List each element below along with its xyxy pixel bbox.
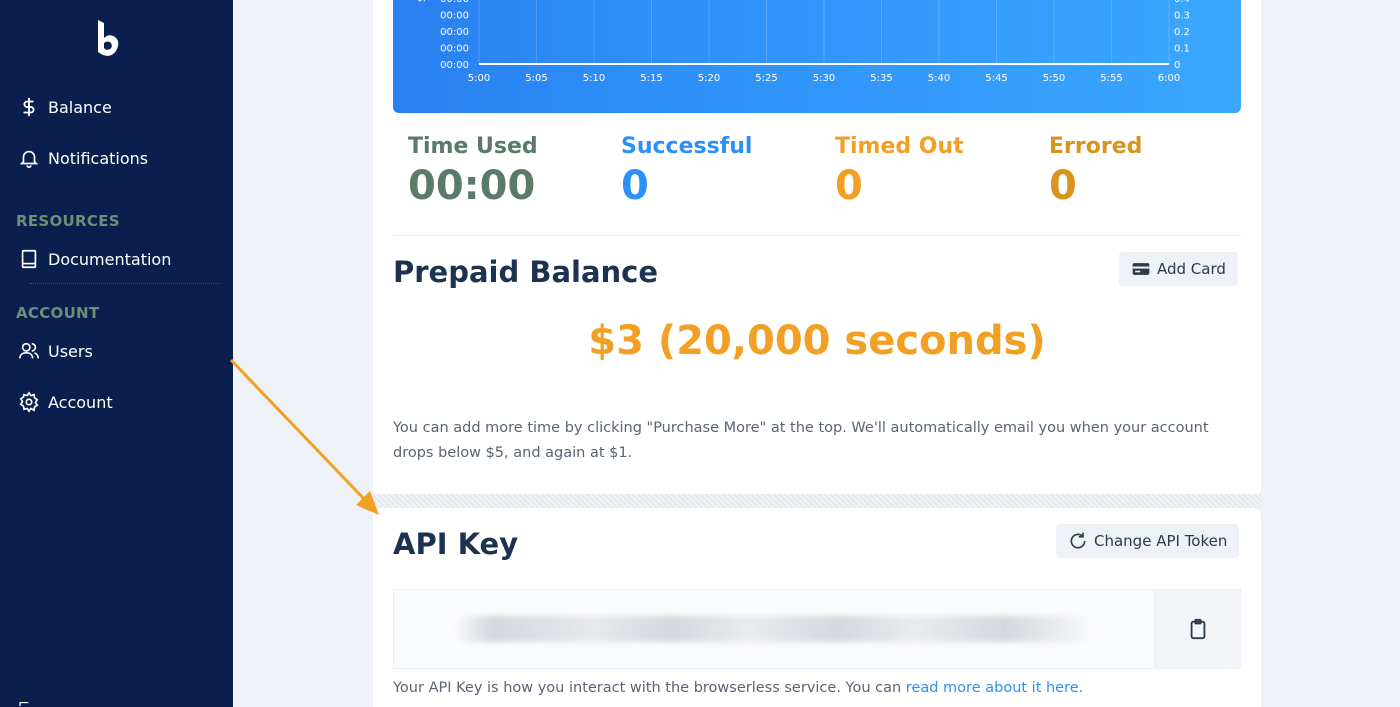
y-right-tick-label: 0: [1174, 60, 1180, 71]
stat-label: Successful: [621, 134, 753, 159]
x-tick-label: 5:00: [468, 73, 490, 84]
x-tick-label: 5:05: [525, 73, 547, 84]
change-api-token-label: Change API Token: [1094, 532, 1228, 550]
x-tick-label: 5:35: [870, 73, 892, 84]
stat-label: Errored: [1049, 134, 1143, 159]
divider: [30, 283, 220, 284]
x-tick-label: 5:40: [928, 73, 950, 84]
sidebar-item-notifications[interactable]: Notifications: [18, 147, 148, 169]
book-icon: [21, 249, 37, 269]
stat-timed-out: Timed Out 0: [835, 134, 964, 209]
browserless-logo-icon[interactable]: [94, 18, 124, 60]
api-key-title: API Key: [393, 527, 519, 561]
y-left-tick-label: 00:00: [440, 60, 469, 71]
prepaid-amount: $3 (20,000 seconds): [588, 318, 1046, 364]
refresh-icon: [1070, 532, 1086, 549]
prepaid-note: You can add more time by clicking "Purch…: [393, 420, 1209, 461]
section-resources: RESOURCES: [16, 212, 120, 230]
y-left-tick-label: 00:00: [440, 0, 469, 5]
add-card-label: Add Card: [1157, 260, 1226, 278]
stat-value: 0: [835, 163, 863, 209]
x-tick-label: 5:20: [698, 73, 720, 84]
stat-value: 0: [1049, 163, 1077, 209]
x-tick-label: 5:10: [583, 73, 605, 84]
sidebar: Balance Notifications RESOURCES Document…: [0, 0, 233, 707]
stat-successful: Successful 0: [621, 134, 752, 209]
card-gap: [373, 494, 1261, 508]
sidebar-item-documentation[interactable]: Documentation: [18, 248, 171, 270]
y-right-tick-label: 0.2: [1174, 27, 1190, 38]
x-tick-label: 5:15: [640, 73, 662, 84]
section-account: ACCOUNT: [16, 304, 100, 322]
dollar-icon: [23, 97, 35, 117]
clipboard-icon: [1190, 618, 1205, 640]
usage-chart: 00:0000:0000:0000:0000:00 0.40.30.20.10 …: [393, 0, 1241, 113]
stat-label: Timed Out: [835, 134, 964, 159]
divider: [393, 235, 1241, 236]
sidebar-item-account[interactable]: Account: [18, 391, 113, 413]
gear-icon: [19, 391, 39, 413]
api-key-value-redacted: [454, 616, 1094, 642]
bell-icon: [19, 150, 39, 168]
y-left-tick-label: 00:00: [440, 11, 469, 22]
stat-time-used: Time Used 00:00: [408, 134, 538, 209]
x-tick-label: 6:00: [1158, 73, 1180, 84]
copy-button[interactable]: [1154, 590, 1240, 668]
sidebar-item-users[interactable]: Users: [18, 340, 93, 362]
read-more-link[interactable]: read more about it here.: [906, 680, 1083, 696]
stat-label: Time Used: [408, 134, 538, 159]
users-icon: [19, 342, 39, 359]
sidebar-item-label: Account: [48, 392, 113, 412]
y-right-tick-label: 0.4: [1174, 0, 1190, 5]
sidebar-item-label: Notifications: [48, 148, 149, 168]
x-tick-label: 5:30: [813, 73, 835, 84]
arrow-shaft: [229, 358, 368, 503]
sidebar-item-balance[interactable]: Balance: [18, 96, 112, 118]
prepaid-balance-title: Prepaid Balance: [393, 255, 659, 289]
credit-card-icon: [1132, 263, 1150, 275]
y-left-tick-label: 00:00: [440, 44, 469, 55]
x-tick-label: 5:25: [755, 73, 777, 84]
sidebar-item-label: Users: [48, 341, 93, 361]
stat-errored: Errored 0: [1049, 134, 1142, 209]
x-tick-label: 5:50: [1043, 73, 1065, 84]
api-key-field[interactable]: [393, 589, 1241, 669]
left-axis-label: Se: [417, 0, 428, 2]
change-api-token-button[interactable]: Change API Token: [1056, 524, 1240, 558]
stat-value: 0: [621, 163, 649, 209]
y-left-tick-label: 00:00: [440, 27, 469, 38]
chart-svg: 00:0000:0000:0000:0000:00 0.40.30.20.10 …: [417, 0, 1190, 84]
collapse-handle[interactable]: ⌐: [18, 696, 30, 707]
y-right-tick-label: 0.1: [1174, 44, 1190, 55]
sidebar-item-label: Balance: [48, 97, 112, 117]
y-right-tick-label: 0.3: [1174, 11, 1190, 22]
api-key-note: Your API Key is how you interact with th…: [393, 680, 1083, 696]
add-card-button[interactable]: Add Card: [1119, 252, 1238, 286]
x-tick-label: 5:45: [985, 73, 1007, 84]
sidebar-item-label: Documentation: [48, 249, 172, 269]
stat-value: 00:00: [408, 163, 536, 209]
api-note-text: Your API Key is how you interact with th…: [393, 680, 906, 696]
x-tick-label: 5:55: [1100, 73, 1122, 84]
